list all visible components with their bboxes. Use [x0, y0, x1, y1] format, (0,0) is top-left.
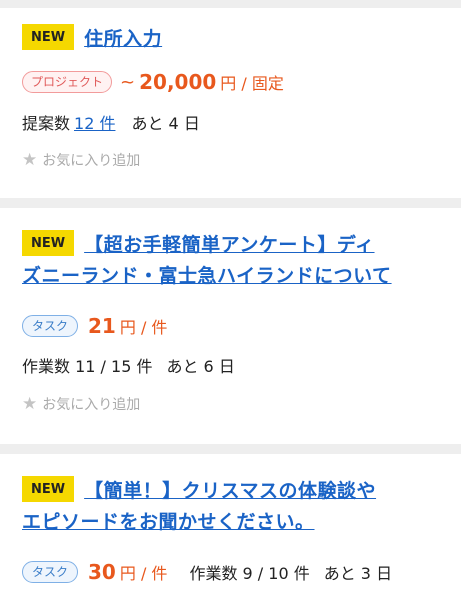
price-value: 20,000: [139, 70, 217, 94]
price-row: タスク 30 円 / 件 作業数 9 / 10 件 あと 3 日: [22, 560, 392, 584]
type-tag-project: プロジェクト: [22, 71, 113, 93]
type-tag-task: タスク: [22, 561, 79, 583]
proposal-count-label: 提案数: [22, 114, 71, 133]
favorite-label: お気に入り追加: [42, 153, 141, 169]
listing-card[interactable]: NEW 【簡単！】クリスマスの体験談や エピソードをお聞かせください。 タスク 3…: [0, 454, 461, 600]
star-icon: ★: [22, 394, 38, 414]
proposal-count-link[interactable]: 12 件: [74, 110, 115, 134]
work-count: 作業数 11 / 15 件: [22, 357, 153, 376]
price-unit: 円 / 件: [119, 318, 168, 337]
price-row: プロジェクト ~ 20,000 円 / 固定: [22, 70, 284, 94]
favorite-button[interactable]: ★ お気に入り追加: [22, 150, 140, 170]
price-prefix: ~: [120, 71, 136, 93]
new-badge: NEW: [22, 230, 75, 256]
separator: [0, 198, 461, 208]
price-unit: 円 / 固定: [220, 74, 284, 93]
remaining-days: あと 6 日: [166, 357, 235, 376]
new-badge: NEW: [22, 24, 75, 50]
listing-card[interactable]: NEW 【超お手軽簡単アンケート】ディ ズニーランド・富士急ハイランドについて タ…: [0, 208, 461, 444]
listing-card[interactable]: NEW 住所入力 プロジェクト ~ 20,000 円 / 固定 提案数 12 件 …: [0, 8, 461, 198]
price-unit: 円 / 件: [119, 564, 168, 583]
listing-title-link[interactable]: 【簡単！】クリスマスの体験談や: [84, 480, 376, 502]
listing-title-row: NEW 住所入力: [22, 24, 441, 55]
price-value: 30: [88, 560, 116, 584]
type-tag-task: タスク: [22, 315, 79, 337]
favorite-label: お気に入り追加: [42, 397, 141, 413]
stats-row: 作業数 11 / 15 件 あと 6 日: [22, 353, 235, 377]
listing-title-link-line2[interactable]: ズニーランド・富士急ハイランドについて: [22, 265, 392, 287]
separator: [0, 0, 461, 8]
stats-row: 提案数 12 件 あと 4 日: [22, 110, 200, 134]
remaining-days: あと 4 日: [131, 114, 200, 133]
listing-title-link-line2[interactable]: エピソードをお聞かせください。: [22, 511, 315, 533]
work-count: 作業数 9 / 10 件: [189, 564, 310, 583]
new-badge: NEW: [22, 476, 75, 502]
listing-title-link[interactable]: 住所入力: [84, 28, 162, 50]
remaining-days: あと 3 日: [323, 564, 393, 583]
listing-title-link[interactable]: 【超お手軽簡単アンケート】ディ: [84, 234, 374, 256]
price-row: タスク 21 円 / 件: [22, 314, 167, 338]
favorite-button[interactable]: ★ お気に入り追加: [22, 394, 140, 414]
star-icon: ★: [22, 150, 38, 170]
price-value: 21: [88, 314, 116, 338]
separator: [0, 444, 461, 454]
listing-title-row: NEW 【超お手軽簡単アンケート】ディ ズニーランド・富士急ハイランドについて: [22, 230, 441, 292]
listing-title-row: NEW 【簡単！】クリスマスの体験談や エピソードをお聞かせください。: [22, 476, 441, 538]
